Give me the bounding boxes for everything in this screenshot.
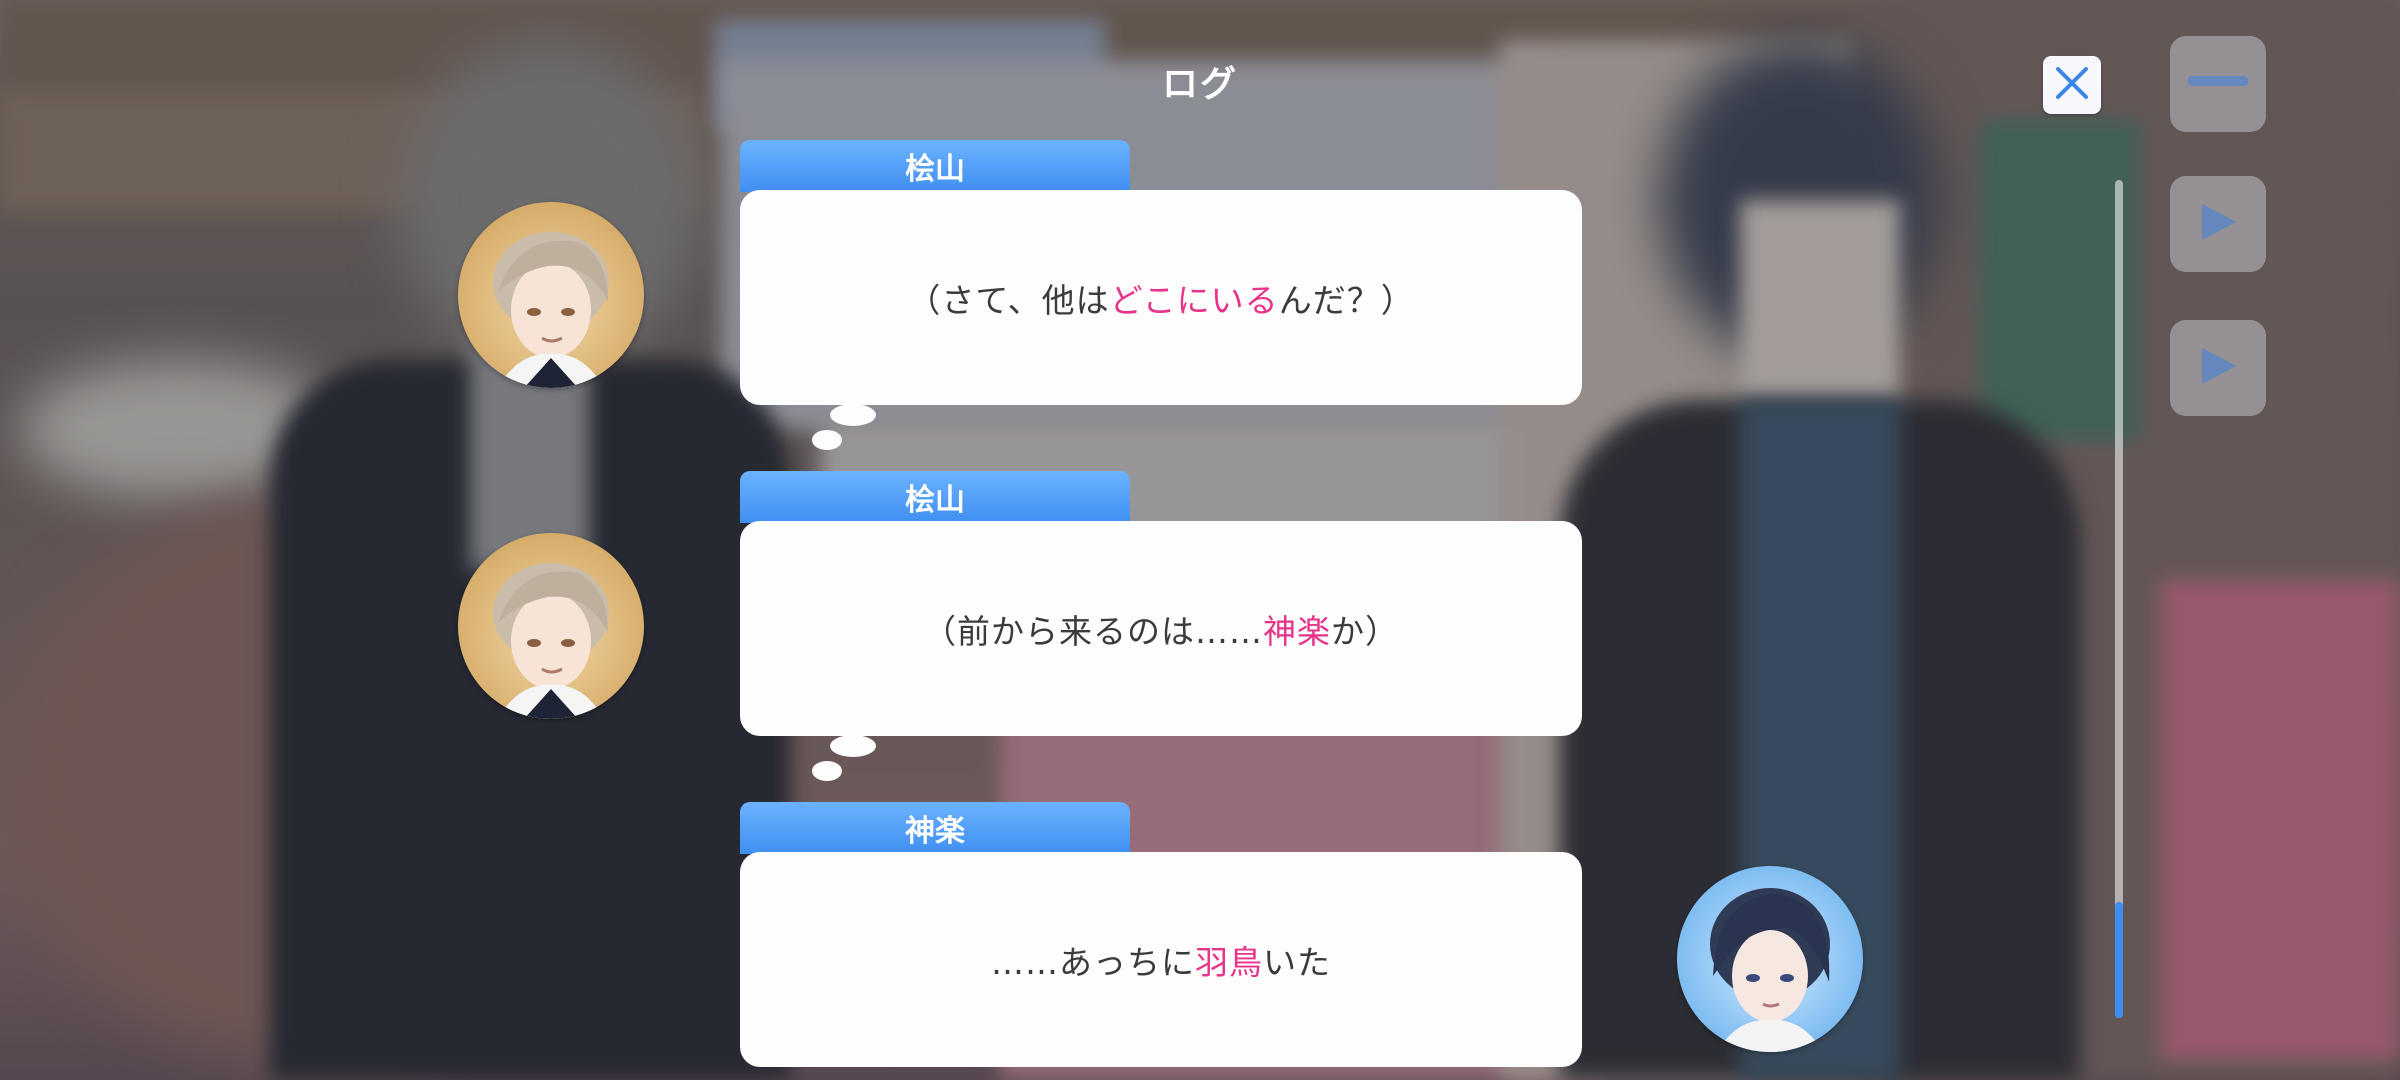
menu-icon	[2188, 70, 2248, 98]
play-icon	[2196, 200, 2240, 248]
avatar-hiyama	[458, 202, 644, 388]
log-entry: 神楽 ……あっちに羽鳥いた	[740, 802, 1582, 1080]
log-scrollbar[interactable]	[2115, 180, 2123, 1018]
highlight-text: 神楽	[1263, 611, 1331, 651]
log-entry: 桧山 （さて、他はどこにいるんだ？）	[740, 140, 1582, 460]
speaker-name-tab: 桧山	[740, 471, 1130, 523]
avatar-hiyama	[458, 533, 644, 719]
thought-bubble-tail	[830, 735, 876, 757]
highlight-text: どこにいる	[1109, 280, 1279, 320]
message-bubble: （前から来るのは……神楽か）	[740, 521, 1582, 736]
thought-bubble-tail	[830, 404, 876, 426]
close-button[interactable]	[2043, 56, 2101, 114]
speaker-name-tab: 神楽	[740, 802, 1130, 854]
message-text: ……あっちに羽鳥いた	[991, 942, 1331, 982]
message-text: （さて、他はどこにいるんだ？）	[907, 280, 1415, 320]
close-icon	[2052, 63, 2092, 107]
skip-icon	[2196, 344, 2240, 392]
thought-bubble-tail	[812, 430, 842, 450]
message-bubble: ……あっちに羽鳥いた	[740, 852, 1582, 1067]
avatar-kagura	[1677, 866, 1863, 1052]
menu-button[interactable]	[2170, 36, 2266, 132]
speaker-name-tab: 桧山	[740, 140, 1130, 192]
log-entry: 桧山 （前から来るのは……神楽か）	[740, 471, 1582, 791]
scrollbar-thumb[interactable]	[2115, 902, 2123, 1018]
skip-button[interactable]	[2170, 320, 2266, 416]
highlight-text: 羽鳥	[1195, 942, 1263, 982]
auto-play-button[interactable]	[2170, 176, 2266, 272]
thought-bubble-tail	[812, 761, 842, 781]
message-text: （前から来るのは……神楽か）	[923, 611, 1399, 651]
message-bubble: （さて、他はどこにいるんだ？）	[740, 190, 1582, 405]
log-title: ログ	[1161, 64, 1238, 105]
